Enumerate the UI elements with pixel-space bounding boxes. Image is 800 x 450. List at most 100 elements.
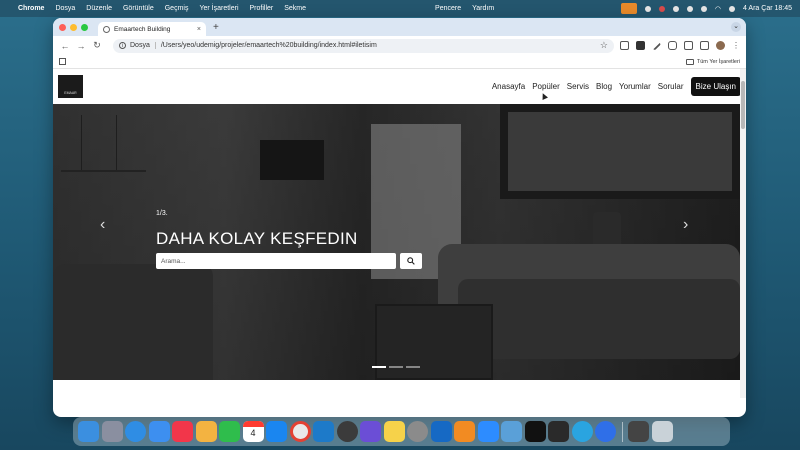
tab-search-button[interactable]: ⌄	[731, 22, 741, 32]
terminal-icon[interactable]	[548, 421, 569, 442]
wifi-icon[interactable]: ◠	[715, 5, 721, 13]
more-menu-icon[interactable]: ⋮	[732, 41, 740, 50]
page-scrollbar[interactable]	[740, 69, 746, 398]
carousel-indicators	[372, 366, 420, 368]
browser-tab-active[interactable]: Emaartech Building ×	[98, 22, 206, 36]
apps-grid-icon[interactable]	[59, 58, 66, 65]
carousel-indicator-1[interactable]	[372, 366, 386, 368]
forward-button[interactable]: →	[75, 41, 87, 51]
menu-gecmis[interactable]: Geçmiş	[165, 5, 189, 12]
pages-icon[interactable]	[454, 421, 475, 442]
hero-carousel: ‹ › 1/3. DAHA KOLAY KEŞFEDIN	[53, 104, 740, 380]
nav-link-anasayfa[interactable]: Anasayfa	[492, 82, 525, 91]
extension-icon[interactable]	[668, 41, 677, 50]
search-button[interactable]	[400, 253, 422, 269]
zoom-icon[interactable]	[477, 421, 499, 442]
vscode-icon[interactable]	[313, 421, 334, 442]
profile-avatar[interactable]	[716, 41, 725, 50]
minimize-window-button[interactable]	[70, 23, 77, 31]
contact-us-button[interactable]: Bize Ulaşın	[690, 77, 741, 96]
side-panel-icon[interactable]	[700, 41, 709, 50]
chrome-icon[interactable]	[289, 421, 311, 442]
carousel-prev-icon[interactable]: ‹	[100, 216, 105, 234]
github-icon[interactable]	[524, 421, 546, 442]
extension-icon[interactable]	[620, 41, 629, 50]
pen-icon[interactable]	[651, 40, 662, 51]
finder-icon[interactable]	[78, 421, 99, 442]
record-stop-icon[interactable]	[658, 5, 665, 12]
nav-link-populer[interactable]: Popüler	[532, 82, 560, 91]
mail-icon[interactable]	[148, 421, 170, 442]
screencast-icon[interactable]	[595, 421, 616, 442]
bookmark-star-icon[interactable]: ☆	[600, 40, 608, 51]
imovie-icon[interactable]	[360, 421, 381, 442]
address-bar[interactable]: i Dosya /Users/yeo/udemig/projeler/emaar…	[113, 38, 614, 53]
site-logo[interactable]: EMAAR	[58, 75, 83, 98]
nav-link-blog[interactable]: Blog	[596, 82, 612, 91]
search-input[interactable]	[156, 253, 396, 269]
reload-button[interactable]: ↻	[91, 40, 103, 51]
launchpad-icon[interactable]	[101, 421, 123, 442]
quicktime-icon[interactable]	[336, 421, 358, 442]
control-center-icon[interactable]	[728, 5, 735, 12]
hero-tv-image	[260, 140, 324, 180]
outlook-icon[interactable]	[430, 421, 452, 442]
slide-counter: 1/3.	[156, 210, 168, 217]
new-tab-button[interactable]: +	[213, 22, 219, 33]
trash-icon[interactable]	[651, 421, 673, 442]
telegram-icon[interactable]	[571, 421, 593, 442]
menu-sekme[interactable]: Sekme	[284, 5, 306, 12]
menu-goruntule[interactable]: Görüntüle	[123, 5, 154, 12]
calendar-icon[interactable]: 4	[242, 421, 264, 442]
back-button[interactable]: ←	[59, 41, 71, 51]
dock: 4	[73, 417, 730, 446]
menu-yer-isaretleri[interactable]: Yer İşaretleri	[199, 5, 238, 12]
preview-icon[interactable]	[501, 421, 522, 442]
scrollbar-thumb[interactable]	[741, 81, 745, 129]
system-settings-icon[interactable]	[407, 421, 428, 442]
puzzle-icon[interactable]	[684, 41, 693, 50]
close-window-button[interactable]	[59, 23, 66, 31]
nav-link-sorular[interactable]: Sorular	[658, 82, 684, 91]
web-page: EMAAR Anasayfa Popüler Servis Blog Yorum…	[53, 69, 746, 398]
menubar-datetime[interactable]: 4 Ara Çar 18:45	[743, 5, 792, 12]
menu-pencere[interactable]: Pencere	[435, 5, 461, 12]
notes-icon[interactable]	[383, 421, 405, 442]
tab-strip: Emaartech Building × + ⌄	[53, 18, 746, 36]
carousel-indicator-3[interactable]	[406, 366, 420, 368]
app-store-icon[interactable]	[266, 421, 287, 442]
recording-status-icon[interactable]	[620, 3, 637, 14]
battery-icon[interactable]	[700, 5, 707, 12]
photos-icon[interactable]	[195, 421, 217, 442]
calendar-day: 4	[250, 428, 256, 438]
dock-separator	[621, 421, 623, 442]
all-bookmarks[interactable]: Tüm Yer İşaretleri	[685, 58, 740, 65]
facetime-icon[interactable]	[219, 421, 240, 442]
extension-icon[interactable]	[636, 41, 645, 50]
menu-profiller[interactable]: Profiller	[250, 5, 274, 12]
status-icon[interactable]	[686, 5, 693, 12]
carousel-next-icon[interactable]: ›	[683, 216, 688, 234]
nav-link-servis[interactable]: Servis	[567, 82, 589, 91]
music-icon[interactable]	[172, 421, 193, 442]
menu-app-name[interactable]: Chrome	[18, 5, 44, 12]
menu-duzenle[interactable]: Düzenle	[86, 5, 112, 12]
site-info-icon[interactable]: i	[119, 42, 126, 49]
logo-text: EMAAR	[64, 91, 77, 95]
extensions-area: ⋮	[620, 40, 740, 51]
address-url[interactable]: /Users/yeo/udemig/projeler/emaartech%20b…	[161, 42, 377, 49]
menu-dosya[interactable]: Dosya	[55, 5, 75, 12]
menu-yardim[interactable]: Yardım	[472, 5, 494, 12]
globe-icon	[103, 25, 110, 33]
zoom-window-button[interactable]	[81, 23, 88, 31]
status-icon[interactable]	[644, 5, 651, 12]
search-icon	[407, 257, 415, 265]
close-tab-icon[interactable]: ×	[197, 26, 201, 33]
safari-icon[interactable]	[125, 421, 146, 442]
status-icon[interactable]	[672, 5, 679, 12]
folder-icon	[685, 58, 694, 65]
site-navbar: EMAAR Anasayfa Popüler Servis Blog Yorum…	[53, 69, 746, 104]
carousel-indicator-2[interactable]	[389, 366, 403, 368]
nav-link-yorumlar[interactable]: Yorumlar	[619, 82, 651, 91]
calculator-icon[interactable]	[628, 421, 649, 442]
